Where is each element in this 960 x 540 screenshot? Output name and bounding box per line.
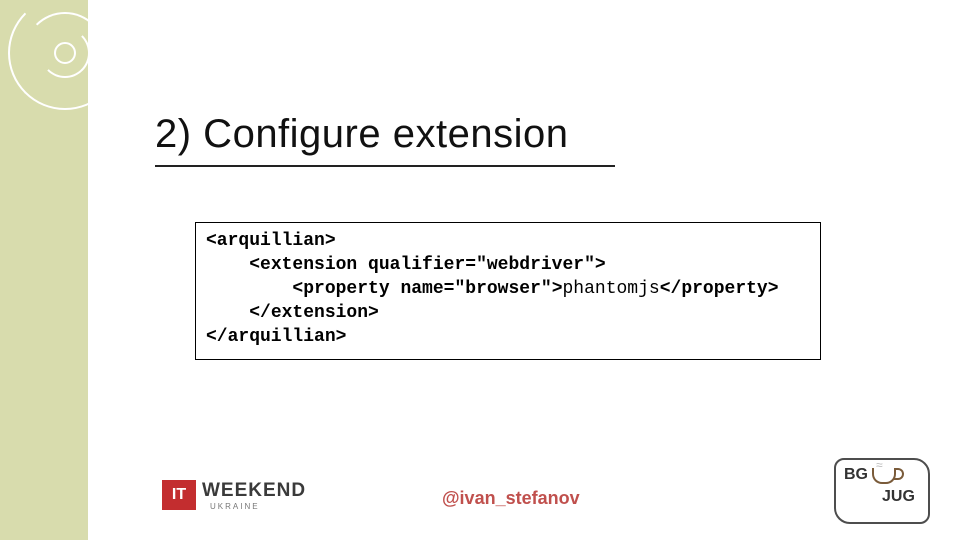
code-token: <arquillian>: [206, 231, 336, 251]
code-token: </property>: [660, 279, 779, 299]
swirl-ornament: [4, 0, 124, 110]
code-token: </arquillian>: [206, 327, 346, 347]
jug-jug-text: JUG: [882, 488, 915, 506]
bg-jug-logo: BG ≈ JUG: [834, 458, 930, 524]
coffee-cup-icon: [872, 468, 896, 484]
code-token: <extension: [249, 255, 368, 275]
code-value: phantomjs: [563, 279, 660, 299]
code-token: name="browser": [400, 279, 551, 299]
it-logo-text: WEEKEND: [202, 480, 306, 502]
author-handle: @ivan_stefanov: [442, 488, 580, 509]
jug-bg-text: BG: [844, 466, 868, 484]
sidebar-decoration: [0, 0, 88, 540]
code-token: <property: [292, 279, 400, 299]
it-weekend-logo: IT WEEKEND UKRAINE: [162, 480, 322, 514]
it-logo-subtext: UKRAINE: [210, 502, 260, 512]
code-token: </extension>: [249, 303, 379, 323]
it-logo-box-icon: IT: [162, 480, 196, 510]
code-token: qualifier="webdriver": [368, 255, 595, 275]
code-block: <arquillian> <extension qualifier="webdr…: [195, 222, 821, 360]
title-underline: [155, 165, 615, 167]
code-token: >: [552, 279, 563, 299]
code-token: >: [595, 255, 606, 275]
slide-title: 2) Configure extension: [155, 112, 568, 157]
